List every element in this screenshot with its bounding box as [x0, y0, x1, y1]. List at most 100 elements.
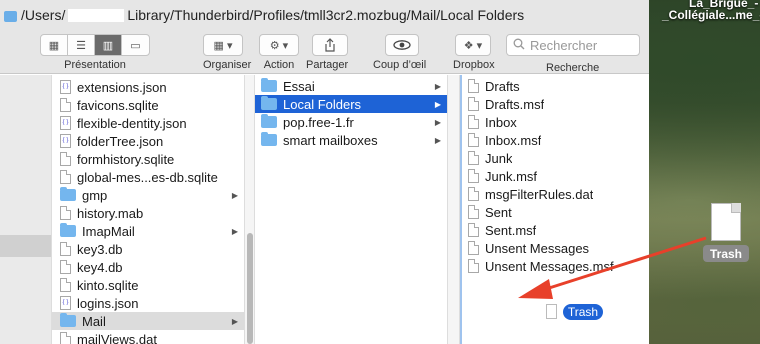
- document-icon: [468, 241, 479, 255]
- desktop-file-label[interactable]: _Collégiale...me_-: [662, 8, 760, 22]
- redacted-username: [68, 8, 125, 22]
- folder-icon: [4, 10, 17, 22]
- list-item[interactable]: msgFilterRules.dat: [460, 185, 649, 203]
- folder-icon: [60, 187, 76, 201]
- column-view-icon[interactable]: ▥: [95, 35, 122, 55]
- list-item[interactable]: Sent: [460, 203, 649, 221]
- list-item[interactable]: {} flexible-dentity.json: [52, 114, 244, 132]
- list-view-icon[interactable]: ☰: [68, 35, 95, 55]
- list-item[interactable]: history.mab: [52, 204, 244, 222]
- list-item[interactable]: Mail ▶: [52, 312, 244, 330]
- json-file-icon: {}: [60, 80, 71, 94]
- search-placeholder: Rechercher: [530, 37, 598, 53]
- organiser-button[interactable]: ▦ ▾: [203, 34, 243, 56]
- column-divider[interactable]: [448, 75, 460, 344]
- list-item[interactable]: ImapMail ▶: [52, 222, 244, 240]
- quick-look-button[interactable]: [385, 34, 419, 56]
- grid-icon: ▦ ▾: [213, 39, 233, 52]
- list-item[interactable]: kinto.sqlite: [52, 276, 244, 294]
- document-icon: [468, 223, 479, 237]
- desktop-trash-label[interactable]: Trash: [703, 245, 749, 262]
- title-bar[interactable]: /Users/ Library/Thunderbird/Profiles/tml…: [0, 0, 649, 30]
- chevron-right-icon: ▶: [434, 135, 441, 145]
- document-icon: [60, 260, 71, 274]
- list-item[interactable]: gmp ▶: [52, 186, 244, 204]
- list-item[interactable]: mailViews.dat: [52, 330, 244, 344]
- document-icon: [60, 152, 71, 166]
- list-item[interactable]: {} logins.json: [52, 294, 244, 312]
- list-item[interactable]: Drafts: [460, 77, 649, 95]
- item-label: logins.json: [77, 295, 139, 311]
- item-label: Local Folders: [283, 96, 362, 112]
- folder-icon: [60, 313, 76, 327]
- item-label: Essai: [283, 78, 315, 94]
- list-item[interactable]: Junk.msf: [460, 167, 649, 185]
- list-item[interactable]: Inbox: [460, 113, 649, 131]
- sidebar-selected-item[interactable]: [0, 235, 51, 257]
- dropbox-group: ❖ ▾ Dropbox: [453, 34, 495, 71]
- list-item[interactable]: {} extensions.json: [52, 78, 244, 96]
- path-prefix: /Users/: [21, 7, 66, 23]
- item-label: Sent: [485, 204, 512, 220]
- item-label: flexible-dentity.json: [77, 115, 187, 131]
- partager-group: Partager: [306, 34, 348, 71]
- list-item[interactable]: Junk: [460, 149, 649, 167]
- chevron-right-icon: ▶: [434, 117, 441, 127]
- search-input[interactable]: Rechercher: [506, 34, 640, 56]
- list-item[interactable]: favicons.sqlite: [52, 96, 244, 114]
- list-item[interactable]: {} folderTree.json: [52, 132, 244, 150]
- view-mode-segmented[interactable]: ▦ ☰ ▥ ▭: [40, 34, 150, 56]
- document-icon: [60, 278, 71, 292]
- document-icon: [60, 170, 71, 184]
- item-label: extensions.json: [77, 79, 167, 95]
- list-item[interactable]: global-mes...es-db.sqlite: [52, 168, 244, 186]
- action-group: ⚙ ▾ Action: [259, 34, 299, 71]
- item-label: Junk.msf: [485, 168, 538, 184]
- column-mail[interactable]: Essai ▶ Local Folders ▶ pop.free-1.fr ▶ smart …: [255, 75, 448, 344]
- list-item[interactable]: formhistory.sqlite: [52, 150, 244, 168]
- dropbox-label: Dropbox: [453, 59, 495, 71]
- list-item[interactable]: Sent.msf: [460, 221, 649, 239]
- partager-label: Partager: [306, 59, 349, 71]
- folder-icon: [60, 223, 76, 237]
- list-item[interactable]: Essai ▶: [255, 77, 447, 95]
- file-icon[interactable]: [711, 203, 741, 241]
- sidebar[interactable]: [0, 75, 52, 344]
- document-icon: [468, 169, 479, 183]
- action-label: Action: [263, 59, 295, 71]
- list-item[interactable]: smart mailboxes ▶: [255, 131, 447, 149]
- item-label: Junk: [485, 150, 513, 166]
- list-item[interactable]: key3.db: [52, 240, 244, 258]
- item-label: pop.free-1.fr: [283, 114, 354, 130]
- chevron-right-icon: ▶: [434, 81, 441, 91]
- presentation-group: ▦ ☰ ▥ ▭ Présentation: [40, 34, 150, 71]
- dropbox-button[interactable]: ❖ ▾: [455, 34, 491, 56]
- gallery-view-icon[interactable]: ▭: [122, 35, 149, 55]
- list-item[interactable]: Unsent Messages.msf: [460, 257, 649, 275]
- chevron-right-icon: ▶: [231, 316, 238, 326]
- list-item[interactable]: Drafts.msf: [460, 95, 649, 113]
- document-icon: [468, 151, 479, 165]
- list-item[interactable]: Local Folders ▶: [255, 95, 447, 113]
- item-label: history.mab: [77, 205, 144, 221]
- action-button[interactable]: ⚙ ▾: [259, 34, 299, 56]
- column-profile[interactable]: {} extensions.json favicons.sqlite {} flexib…: [52, 75, 245, 344]
- list-item[interactable]: pop.free-1.fr ▶: [255, 113, 447, 131]
- list-item[interactable]: Inbox.msf: [460, 131, 649, 149]
- list-item[interactable]: key4.db: [52, 258, 244, 276]
- item-label: Inbox.msf: [485, 132, 542, 148]
- chevron-right-icon: ▶: [434, 99, 441, 109]
- organiser-group: ▦ ▾ Organiser: [203, 34, 251, 71]
- item-label: Unsent Messages: [485, 240, 590, 256]
- icon-view-icon[interactable]: ▦: [41, 35, 68, 55]
- folder-icon: [261, 78, 277, 92]
- share-button[interactable]: [312, 34, 348, 56]
- coup-doeil-label: Coup d’œil: [373, 59, 427, 71]
- scrollbar-thumb[interactable]: [247, 233, 253, 344]
- list-item[interactable]: Unsent Messages: [460, 239, 649, 257]
- folder-icon: [261, 96, 277, 110]
- item-label: msgFilterRules.dat: [485, 186, 594, 202]
- organiser-label: Organiser: [203, 59, 252, 71]
- item-label: gmp: [82, 187, 108, 203]
- item-label: Drafts.msf: [485, 96, 545, 112]
